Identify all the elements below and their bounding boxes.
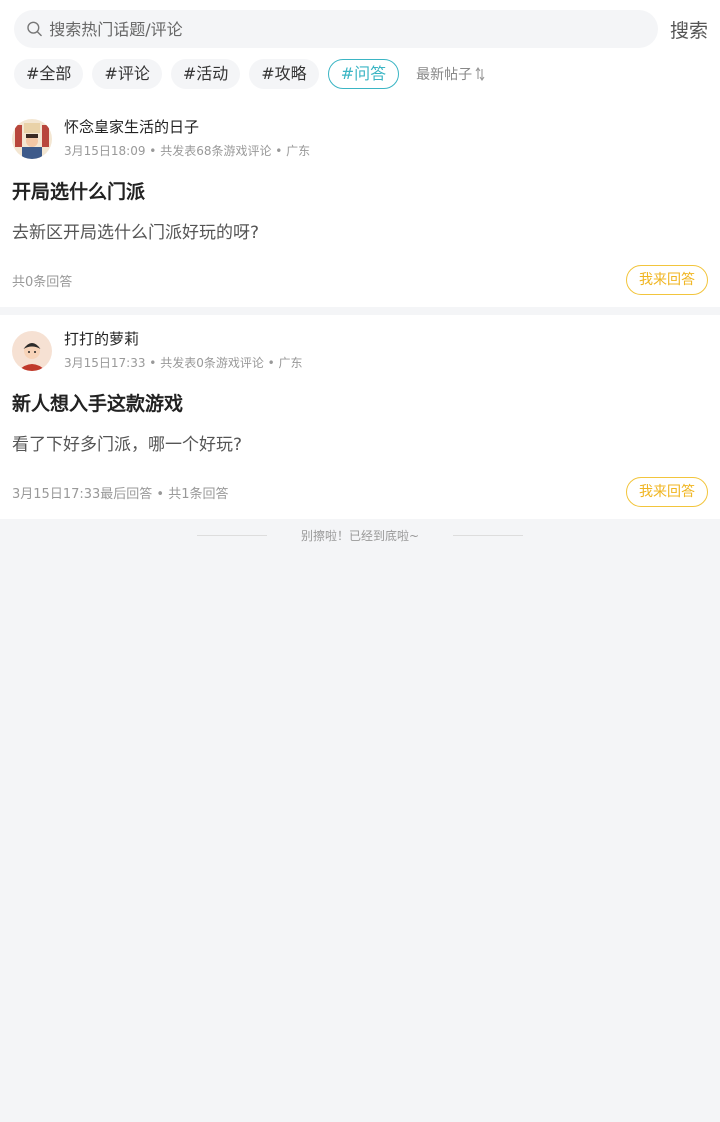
tag-bar: #全部 #评论 #活动 #攻略 #问答 最新帖子 <box>14 59 708 89</box>
post-footer: 3月15日17:33最后回答 • 共1条回答 我来回答 <box>12 477 708 507</box>
post-footer: 共0条回答 我来回答 <box>12 265 708 295</box>
search-icon <box>27 21 42 37</box>
answer-count: 共0条回答 <box>12 274 73 290</box>
avatar-royal-icon[interactable] <box>12 119 52 159</box>
post-body[interactable]: 去新区开局选什么门派好玩的呀? <box>12 221 708 245</box>
sort-label: 最新帖子 <box>416 67 473 83</box>
end-of-list-tip: 别擦啦！已经到底啦~ <box>0 527 720 544</box>
post-body[interactable]: 看了下好多门派，哪一个好玩? <box>12 433 708 457</box>
tag-reviews[interactable]: #评论 <box>92 59 162 89</box>
username[interactable]: 打打的萝莉 <box>64 329 303 349</box>
post-meta: 3月15日17:33 • 共发表0条游戏评论 • 广东 <box>64 356 303 370</box>
sort-button[interactable]: 最新帖子 <box>416 64 485 84</box>
search-box[interactable] <box>14 10 658 48</box>
answer-button[interactable]: 我来回答 <box>626 265 708 295</box>
search-row: 搜索 <box>14 10 708 48</box>
divider <box>453 535 524 536</box>
post-title[interactable]: 新人想入手这款游戏 <box>12 391 708 417</box>
username[interactable]: 怀念皇家生活的日子 <box>64 117 310 137</box>
post-author: 怀念皇家生活的日子 3月15日18:09 • 共发表68条游戏评论 • 广东 <box>12 117 708 159</box>
tag-events[interactable]: #活动 <box>170 59 241 89</box>
search-button[interactable]: 搜索 <box>670 16 708 43</box>
post-title[interactable]: 开局选什么门派 <box>12 179 708 205</box>
tag-all[interactable]: #全部 <box>14 59 84 89</box>
divider <box>196 535 267 536</box>
search-input[interactable] <box>47 18 658 40</box>
tag-qa[interactable]: #问答 <box>327 59 400 89</box>
end-of-list-text: 别擦啦！已经到底啦~ <box>300 529 420 543</box>
post-card[interactable]: 打打的萝莉 3月15日17:33 • 共发表0条游戏评论 • 广东 新人想入手这… <box>0 315 720 519</box>
last-answer-info: 3月15日17:33最后回答 • 共1条回答 <box>12 486 229 502</box>
author-info: 打打的萝莉 3月15日17:33 • 共发表0条游戏评论 • 广东 <box>64 329 303 371</box>
avatar-boy-icon[interactable] <box>12 331 52 371</box>
post-author: 打打的萝莉 3月15日17:33 • 共发表0条游戏评论 • 广东 <box>12 329 708 371</box>
sort-arrows-icon <box>475 67 485 81</box>
answer-button[interactable]: 我来回答 <box>626 477 708 507</box>
author-info: 怀念皇家生活的日子 3月15日18:09 • 共发表68条游戏评论 • 广东 <box>64 117 310 159</box>
tag-guides[interactable]: #攻略 <box>249 59 319 89</box>
header: 搜索 #全部 #评论 #活动 #攻略 #问答 最新帖子 <box>0 0 720 103</box>
post-card[interactable]: 怀念皇家生活的日子 3月15日18:09 • 共发表68条游戏评论 • 广东 开… <box>0 103 720 307</box>
post-meta: 3月15日18:09 • 共发表68条游戏评论 • 广东 <box>64 144 311 158</box>
